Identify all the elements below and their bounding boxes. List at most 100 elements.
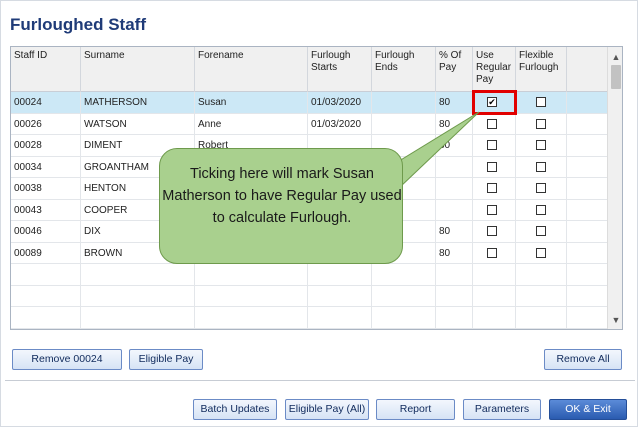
- cell-staff-id: 00046: [11, 221, 81, 242]
- cell-use-regular-pay[interactable]: [473, 221, 516, 242]
- column-header-surname[interactable]: Surname: [81, 47, 195, 92]
- cell-flexible-furlough[interactable]: [516, 221, 567, 242]
- cell-use-regular-pay[interactable]: [473, 199, 516, 221]
- cell-use-regular-pay[interactable]: [473, 285, 516, 307]
- cell-percent-of-pay: [436, 307, 473, 328]
- cell-percent-of-pay: 80: [436, 242, 473, 264]
- regular-pay-checkbox[interactable]: [487, 183, 497, 193]
- cell-flexible-furlough[interactable]: [516, 199, 567, 221]
- column-header-furlough-starts[interactable]: Furlough Starts: [308, 47, 372, 92]
- cell-use-regular-pay[interactable]: [473, 156, 516, 178]
- cell-use-regular-pay[interactable]: [473, 242, 516, 264]
- parameters-button[interactable]: Parameters: [463, 399, 541, 420]
- scroll-up-icon[interactable]: ▲: [608, 49, 622, 65]
- cell-use-regular-pay[interactable]: [473, 307, 516, 328]
- flexible-furlough-checkbox[interactable]: [536, 97, 546, 107]
- cell-flexible-furlough[interactable]: [516, 264, 567, 285]
- column-header-use-regular-pay[interactable]: Use Regular Pay: [473, 47, 516, 92]
- cell-surname: [81, 264, 195, 285]
- table-row[interactable]: 00024 MATHERSON Susan 01/03/2020 80 ✔: [11, 92, 607, 114]
- regular-pay-checkbox[interactable]: [487, 204, 497, 215]
- regular-pay-checkbox[interactable]: [487, 118, 497, 129]
- cell-staff-id: 00026: [11, 113, 81, 135]
- empty-table-row[interactable]: [11, 307, 607, 329]
- column-header-staff-id[interactable]: Staff ID: [11, 47, 81, 92]
- cell-furlough-ends: [372, 92, 436, 113]
- flexible-furlough-checkbox[interactable]: [536, 140, 546, 150]
- flexible-furlough-checkbox[interactable]: [536, 247, 546, 258]
- flexible-furlough-checkbox[interactable]: [536, 161, 546, 172]
- cell-furlough-ends: [372, 113, 436, 135]
- cell-flexible-furlough[interactable]: [516, 178, 567, 199]
- callout-bubble: Ticking here will mark Susan Matherson t…: [159, 148, 403, 264]
- cell-percent-of-pay: 80: [436, 92, 473, 113]
- cell-furlough-starts: 01/03/2020: [308, 92, 372, 113]
- flexible-furlough-checkbox[interactable]: [536, 118, 546, 129]
- flexible-furlough-checkbox[interactable]: [536, 226, 546, 236]
- page-title: Furloughed Staff: [10, 15, 146, 34]
- flexible-furlough-checkbox[interactable]: [536, 183, 546, 193]
- cell-percent-of-pay: [436, 199, 473, 221]
- vertical-scrollbar[interactable]: ▲ ▼: [607, 47, 622, 329]
- remove-staff-button[interactable]: Remove 00024: [12, 349, 122, 370]
- regular-pay-highlight-box: [472, 90, 517, 115]
- cell-use-regular-pay[interactable]: [473, 135, 516, 156]
- cell-percent-of-pay: [436, 285, 473, 307]
- cell-furlough-ends: [372, 285, 436, 307]
- cell-furlough-ends: [372, 264, 436, 285]
- cell-forename: Anne: [195, 113, 308, 135]
- batch-updates-button[interactable]: Batch Updates: [193, 399, 277, 420]
- remove-staff-label: Remove 00024: [31, 353, 103, 365]
- cell-use-regular-pay[interactable]: [473, 113, 516, 135]
- cell-staff-id: [11, 285, 81, 307]
- report-label: Report: [399, 403, 432, 415]
- cell-surname: WATSON: [81, 113, 195, 135]
- column-header-flexible-furlough[interactable]: Flexible Furlough: [516, 47, 567, 92]
- cell-percent-of-pay: [436, 178, 473, 199]
- cell-use-regular-pay[interactable]: [473, 178, 516, 199]
- column-header-furlough-ends[interactable]: Furlough Ends: [372, 47, 436, 92]
- cell-flexible-furlough[interactable]: [516, 113, 567, 135]
- scroll-down-icon[interactable]: ▼: [608, 312, 622, 328]
- cell-percent-of-pay: [436, 264, 473, 285]
- footer-divider: [5, 380, 635, 381]
- regular-pay-checkbox[interactable]: [487, 226, 497, 236]
- eligible-pay-all-label: Eligible Pay (All): [288, 403, 366, 415]
- regular-pay-checkbox[interactable]: [487, 247, 497, 258]
- scroll-thumb[interactable]: [611, 65, 621, 89]
- cell-use-regular-pay[interactable]: [473, 264, 516, 285]
- empty-table-row[interactable]: [11, 264, 607, 286]
- callout-text: Ticking here will mark Susan Matherson t…: [162, 166, 402, 226]
- cell-percent-of-pay: 80: [436, 135, 473, 156]
- remove-all-button[interactable]: Remove All: [544, 349, 622, 370]
- parameters-label: Parameters: [474, 403, 530, 415]
- flexible-furlough-checkbox[interactable]: [536, 204, 546, 215]
- cell-flexible-furlough[interactable]: [516, 307, 567, 328]
- report-button[interactable]: Report: [376, 399, 455, 420]
- empty-table-row[interactable]: [11, 285, 607, 307]
- cell-staff-id: 00028: [11, 135, 81, 156]
- table-row[interactable]: 00026 WATSON Anne 01/03/2020 80: [11, 113, 607, 135]
- ok-exit-button[interactable]: OK & Exit: [549, 399, 627, 420]
- cell-furlough-ends: [372, 307, 436, 328]
- cell-staff-id: [11, 307, 81, 328]
- furloughed-staff-window: Furloughed Staff Staff ID Surname Forename…: [0, 0, 638, 427]
- column-header-forename[interactable]: Forename: [195, 47, 308, 92]
- regular-pay-checkbox[interactable]: [487, 140, 497, 150]
- cell-staff-id: [11, 264, 81, 285]
- column-header-percent-of-pay[interactable]: % Of Pay: [436, 47, 473, 92]
- remove-all-label: Remove All: [556, 353, 610, 365]
- cell-forename: Susan: [195, 92, 308, 113]
- cell-flexible-furlough[interactable]: [516, 285, 567, 307]
- cell-percent-of-pay: [436, 156, 473, 178]
- cell-flexible-furlough[interactable]: [516, 156, 567, 178]
- cell-flexible-furlough[interactable]: [516, 92, 567, 113]
- cell-forename: [195, 285, 308, 307]
- eligible-pay-button[interactable]: Eligible Pay: [129, 349, 203, 370]
- eligible-pay-all-button[interactable]: Eligible Pay (All): [285, 399, 369, 420]
- regular-pay-checkbox[interactable]: [487, 161, 497, 172]
- cell-forename: [195, 307, 308, 328]
- eligible-pay-label: Eligible Pay: [138, 353, 194, 365]
- cell-flexible-furlough[interactable]: [516, 135, 567, 156]
- cell-flexible-furlough[interactable]: [516, 242, 567, 264]
